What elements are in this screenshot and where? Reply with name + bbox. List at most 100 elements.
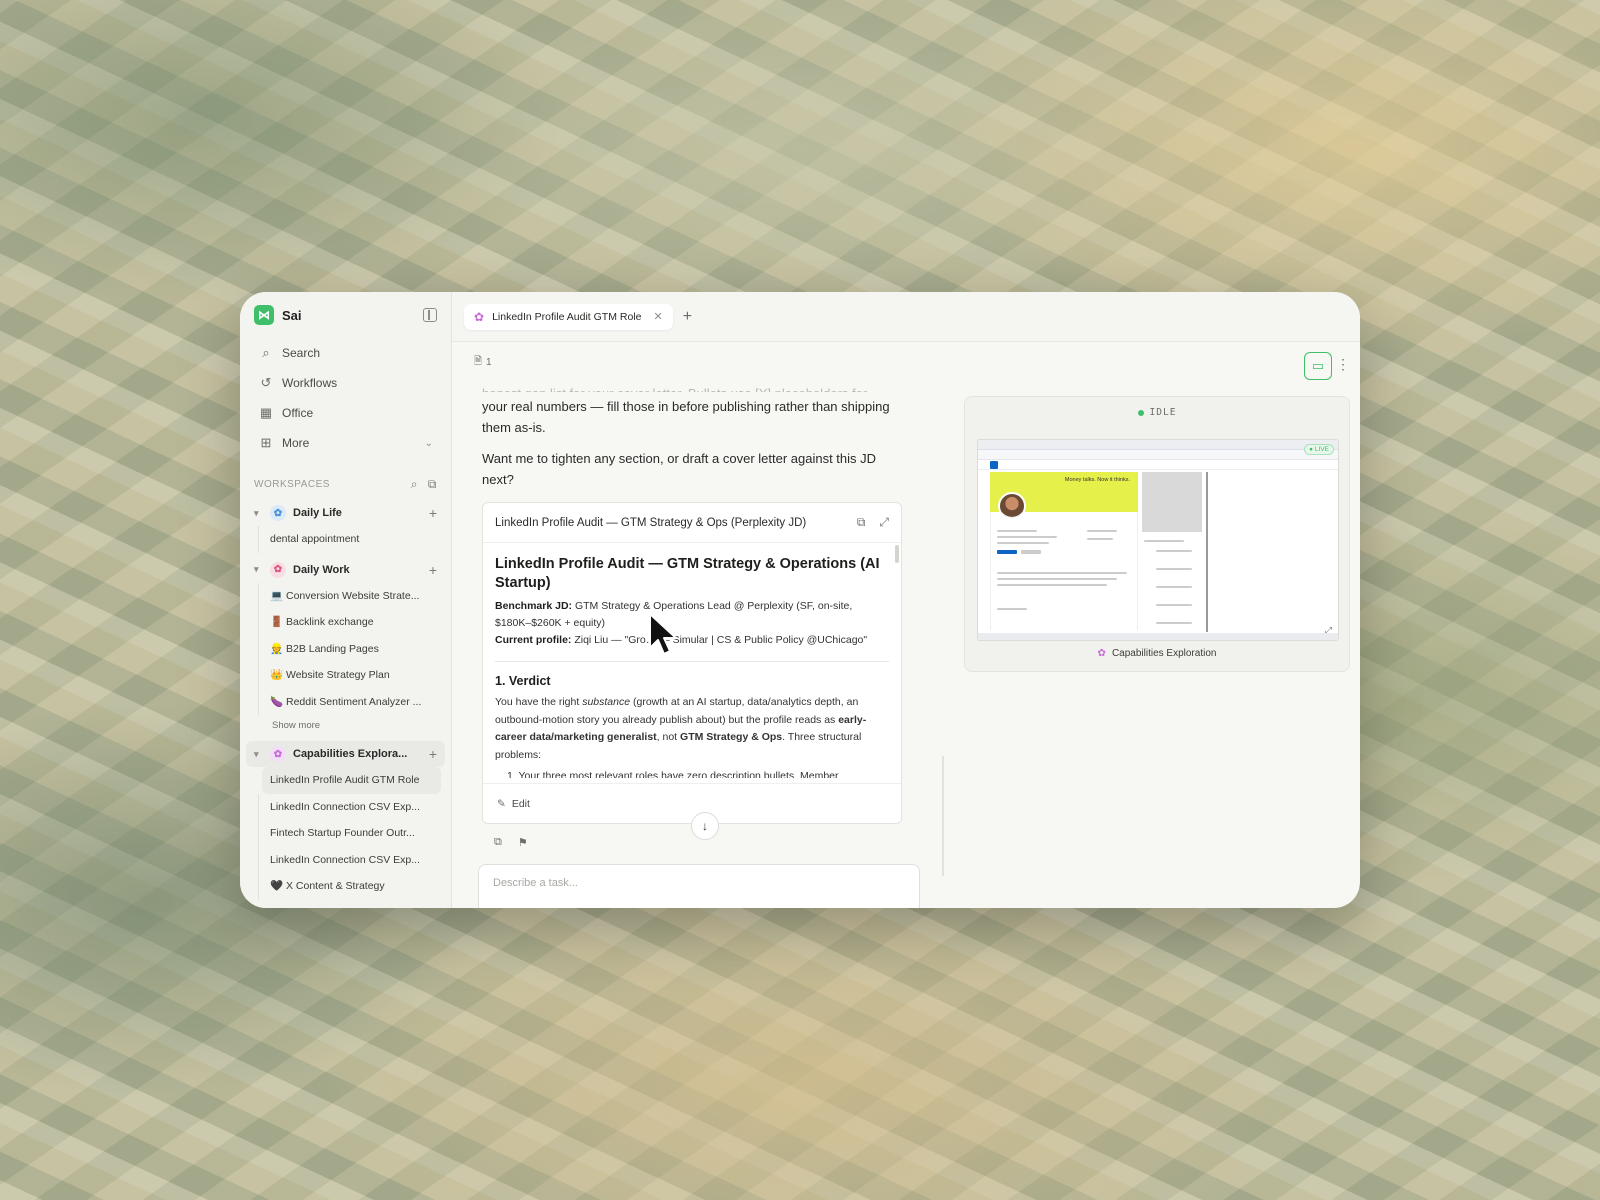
flag-icon[interactable]: ⚑ [518,836,528,849]
artifact-header-title: LinkedIn Profile Audit — GTM Strategy & … [495,516,807,529]
status-indicator: IDLE [965,407,1349,418]
copy-icon[interactable]: ⧉ [857,515,866,530]
benchmark-label: Benchmark JD: [495,600,573,612]
browser-screenshot[interactable]: Money talks. Now it thinks. ● LIVE ⤢ [977,439,1339,641]
caret-down-icon: ▾ [254,748,259,759]
artifact-card: LinkedIn Profile Audit — GTM Strategy & … [482,502,902,824]
nav-more[interactable]: ⊞ More ⌄ [240,428,451,458]
tab-bar: ✿ LinkedIn Profile Audit GTM Role ✕ + [452,292,1360,342]
tab-linkedin-audit[interactable]: ✿ LinkedIn Profile Audit GTM Role ✕ [464,303,673,330]
verdict-text: , not [656,731,681,743]
flower-icon: ✿ [474,309,485,324]
nav-office-label: Office [282,406,314,420]
cut-line: 1. Your three most relevant roles have z… [507,770,839,778]
tab-label: LinkedIn Profile Audit GTM Role [492,310,642,323]
add-item-icon[interactable]: + [429,562,437,578]
brand: ⋈ Sai [240,296,451,334]
artifact-title: LinkedIn Profile Audit — GTM Strategy & … [495,556,880,591]
document-bar: 🗎 1 [452,342,1360,382]
collapse-sidebar-icon[interactable] [423,308,437,322]
mouse-pointer-icon [649,613,677,655]
list-item[interactable]: Fintech Startup Founder Outr... [240,820,451,847]
add-item-icon[interactable]: + [429,746,437,762]
message-paragraph: your real numbers — fill those in before… [482,399,890,435]
avatar [998,492,1026,520]
capabilities-icon: ✿ [270,746,286,762]
new-tab-icon[interactable]: + [683,308,692,326]
list-item[interactable]: 🚪 Backlink exchange [240,609,451,636]
verdict-bold: GTM Strategy & Ops [680,731,783,743]
app-window: ⋈ Sai ⌕ Search ↺ Workflows ▦ Office ⊞ Mo… [240,292,1360,908]
list-item[interactable]: 🍆 Reddit Sentiment Analyzer ... [240,688,451,716]
live-preview-panel: IDLE Money talks. Now it thinks. ● LIVE … [964,396,1350,672]
list-item-active[interactable]: LinkedIn Profile Audit GTM Role [262,767,441,794]
browser-urlbar [978,450,1338,460]
edit-button[interactable]: Edit [512,798,530,810]
monitor-toggle-icon[interactable]: ▭ [1304,352,1332,380]
workspace-name: Daily Life [293,507,342,519]
daily-life-icon: ✿ [270,505,286,521]
new-workspace-icon[interactable]: ⧉ [428,477,437,492]
artifact-body: LinkedIn Profile Audit — GTM Strategy & … [483,543,901,781]
profile-card [990,512,1138,630]
workspace-daily-life[interactable]: ▾ ✿ Daily Life + [240,500,451,526]
more-vertical-icon[interactable]: ⋮ [1336,356,1350,373]
list-item[interactable]: 🖤 X Content & Strategy [240,873,451,900]
verdict-paragraph: You have the right substance (growth at … [495,694,889,764]
chevron-down-icon: ⌄ [424,437,433,449]
nav-search-label: Search [282,346,321,360]
current-value: Ziqi Liu — "Gro… — Simular | CS & Public… [574,634,868,646]
status-text: IDLE [1149,407,1177,418]
history-icon: ↺ [260,375,272,390]
grid-icon: ⊞ [260,435,272,450]
list-item[interactable]: 💻 Conversion Website Strate... [240,582,451,610]
document-count: 1 [486,356,492,368]
live-badge: ● LIVE [1304,444,1334,455]
scrollbar [1206,472,1208,632]
workspace-search-icon[interactable]: ⌕ [411,477,418,492]
list-item[interactable]: dental appointment [240,526,451,553]
current-profile-line: Current profile: Ziqi Liu — "Gro… — Simu… [495,632,889,649]
benchmark-line: Benchmark JD: GTM Strategy & Operations … [495,598,889,632]
section-heading: 1. Verdict [495,674,551,688]
verdict-text: You have the right [495,696,583,708]
close-icon[interactable]: ✕ [653,310,662,323]
list-item[interactable]: 👑 Website Strategy Plan [240,662,451,689]
list-item[interactable]: 👷 B2B Landing Pages [240,635,451,663]
nav-search[interactable]: ⌕ Search [240,338,451,368]
artifact-footer: ✎ Edit [483,783,901,823]
show-more-link[interactable]: Show more [240,715,451,737]
pencil-icon: ✎ [497,797,506,810]
workspace-capabilities[interactable]: ▾ ✿ Capabilities Explora... + [246,741,445,767]
caret-down-icon: ▾ [254,564,259,574]
building-icon: ▦ [259,405,273,420]
scrollbar[interactable] [895,545,899,563]
panel-label: ✿ Capabilities Exploration [965,648,1349,659]
document-icon[interactable]: 🗎 [474,354,482,371]
add-item-icon[interactable]: + [429,505,437,521]
list-item[interactable]: LinkedIn Connection CSV Exp... [240,846,451,874]
status-dot [1137,409,1144,416]
panel-divider[interactable] [942,756,944,876]
verdict-emphasis: substance [582,696,631,708]
list-item[interactable]: LinkedIn Connection CSV Exp... [240,793,451,821]
message-paragraph: Want me to tighten any section, or draft… [482,451,877,487]
faded-text: honest gap list for your cover letter. B… [482,384,902,392]
flower-icon: ✿ [1097,648,1106,659]
nav-workflows[interactable]: ↺ Workflows [240,368,451,398]
linkedin-nav [978,460,1338,470]
app-name: Sai [282,307,302,323]
divider [495,661,889,662]
banner-text: Money talks. Now it thinks. [1064,477,1130,483]
browser-tabs [978,440,1338,450]
taskbar [978,633,1338,640]
workspace-daily-work[interactable]: ▾ ✿ Daily Work + [240,557,451,583]
expand-icon[interactable]: ⤢ [879,515,889,530]
chat-thread: honest gap list for your cover letter. B… [482,384,902,908]
scroll-down-icon[interactable]: ↓ [691,812,719,840]
panel-label-text: Capabilities Exploration [1111,648,1217,659]
nav-office[interactable]: ▦ Office [240,398,451,428]
task-input[interactable]: Describe a task... [478,864,920,908]
copy-message-icon[interactable]: ⧉ [494,836,502,849]
linkedin-logo-icon [990,461,998,469]
